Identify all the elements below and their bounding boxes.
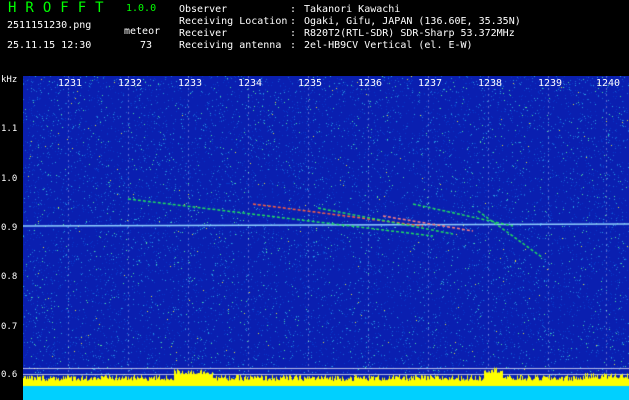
header-panel: HROFFT 1.0.0 2511151230.png 25.11.15 12:… bbox=[0, 0, 629, 76]
info-antenna: Receiving antenna:2el-HB9CV Vertical (el… bbox=[179, 40, 473, 51]
y-tick-label: 0.6 bbox=[1, 370, 18, 380]
file-name: 2511151230.png bbox=[7, 20, 92, 31]
info-colon: : bbox=[290, 4, 297, 15]
info-observer: Observer: Takanori Kawachi bbox=[179, 4, 400, 15]
info-location: Receiving Location: Ogaki, Gifu, JAPAN (1… bbox=[179, 16, 521, 27]
info-colon: : bbox=[290, 28, 297, 39]
x-tick-label: 1233 bbox=[178, 78, 203, 89]
y-tick-label: 0.8 bbox=[1, 272, 18, 282]
x-tick-label: 1235 bbox=[298, 78, 323, 89]
info-colon: : bbox=[290, 16, 297, 27]
app-version: 1.0.0 bbox=[126, 3, 157, 14]
info-value: R820T2(RTL-SDR) SDR-Sharp 53.372MHz bbox=[304, 28, 515, 39]
info-key: Observer bbox=[179, 4, 228, 15]
x-tick-label: 1236 bbox=[358, 78, 383, 89]
x-tick-label: 1237 bbox=[418, 78, 443, 89]
x-tick-label: 1232 bbox=[118, 78, 143, 89]
y-tick-label: 0.7 bbox=[1, 322, 18, 332]
y-tick-label: 0.9 bbox=[1, 223, 18, 233]
meteor-count: 73 bbox=[140, 40, 153, 51]
x-tick-label: 1234 bbox=[238, 78, 263, 89]
meteor-label: meteor bbox=[124, 26, 161, 37]
x-tick-label: 1238 bbox=[478, 78, 503, 89]
x-tick-label: 1231 bbox=[58, 78, 83, 89]
x-tick-label: 1240 bbox=[596, 78, 621, 89]
info-key: Receiver bbox=[179, 28, 228, 39]
info-key: Receiving Location bbox=[179, 16, 288, 27]
spectrogram-canvas bbox=[23, 76, 629, 400]
info-colon: : bbox=[290, 40, 297, 51]
y-tick-label: 1.0 bbox=[1, 174, 18, 184]
y-tick-label: 1.1 bbox=[1, 124, 18, 134]
timestamp: 25.11.15 12:30 bbox=[7, 40, 92, 51]
info-value: Takanori Kawachi bbox=[304, 4, 401, 15]
x-tick-label: 1239 bbox=[538, 78, 563, 89]
app-title: HROFFT bbox=[8, 0, 113, 16]
info-value: Ogaki, Gifu, JAPAN (136.60E, 35.35N) bbox=[304, 16, 521, 27]
info-key: Receiving antenna bbox=[179, 40, 282, 51]
info-receiver: Receiver: R820T2(RTL-SDR) SDR-Sharp 53.37… bbox=[179, 28, 515, 39]
info-value: 2el-HB9CV Vertical (el. E-W) bbox=[304, 40, 473, 51]
y-unit-label: kHz bbox=[1, 75, 18, 85]
